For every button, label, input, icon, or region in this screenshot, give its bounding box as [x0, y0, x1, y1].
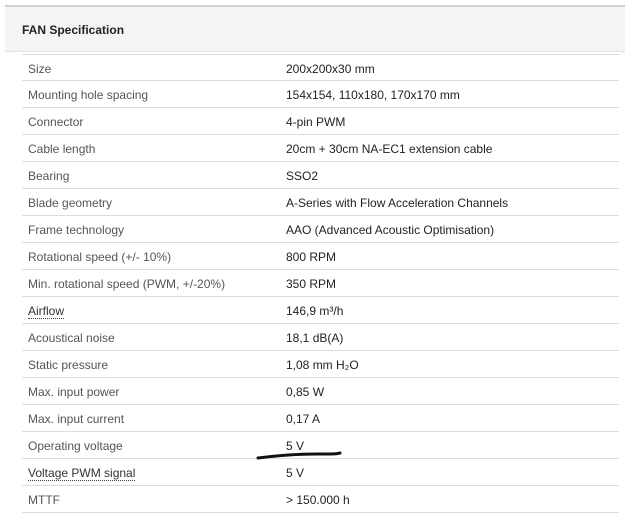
spec-table: Size 200x200x30 mm Mounting hole spacing… [22, 54, 619, 513]
spec-label: Rotational speed (+/- 10%) [28, 250, 172, 264]
spec-value: 200x200x30 mm [286, 62, 375, 76]
spec-value: A-Series with Flow Acceleration Channels [286, 196, 509, 210]
spec-row-max-input-power: Max. input power 0,85 W [22, 378, 619, 405]
spec-label: Blade geometry [28, 196, 113, 210]
spec-row-voltage-pwm-signal: Voltage PWM signal 5 V [22, 459, 619, 486]
spec-value: 18,1 dB(A) [286, 331, 344, 345]
spec-value: 1,08 mm H₂O [286, 358, 359, 372]
spec-label: Min. rotational speed (PWM, +/-20%) [28, 277, 226, 291]
fan-specification-panel: FAN Specification Size 200x200x30 mm Mou… [0, 0, 625, 520]
spec-value: 146,9 m³/h [286, 304, 344, 318]
panel-title: FAN Specification [22, 23, 125, 37]
spec-label: Frame technology [28, 223, 125, 237]
spec-label: Static pressure [28, 358, 109, 372]
spec-row-cable-length: Cable length 20cm + 30cm NA-EC1 extensio… [22, 135, 619, 162]
spec-value: 800 RPM [286, 250, 337, 264]
spec-value: 154x154, 110x180, 170x170 mm [286, 88, 460, 102]
spec-row-static-pressure: Static pressure 1,08 mm H₂O [22, 351, 619, 378]
spec-label: Acoustical noise [28, 331, 115, 345]
spec-value: 350 RPM [286, 277, 337, 291]
hand-drawn-underline-annotation [256, 451, 342, 460]
spec-row-mounting-hole-spacing: Mounting hole spacing 154x154, 110x180, … [22, 81, 619, 108]
spec-value: SSO2 [286, 169, 319, 183]
airflow-tooltip-term[interactable]: Airflow [28, 304, 65, 319]
spec-value: > 150.000 h [286, 493, 350, 507]
spec-label: Size [28, 62, 52, 76]
spec-label: Bearing [28, 169, 70, 183]
spec-label: Max. input current [28, 412, 125, 426]
spec-value: 20cm + 30cm NA-EC1 extension cable [286, 142, 493, 156]
panel-header: FAN Specification [5, 7, 625, 52]
spec-row-acoustical-noise: Acoustical noise 18,1 dB(A) [22, 324, 619, 351]
spec-label: Connector [28, 115, 84, 129]
spec-label: Cable length [28, 142, 96, 156]
spec-row-blade-geometry: Blade geometry A-Series with Flow Accele… [22, 189, 619, 216]
spec-value: AAO (Advanced Acoustic Optimisation) [286, 223, 495, 237]
spec-row-min-rotational-speed: Min. rotational speed (PWM, +/-20%) 350 … [22, 270, 619, 297]
spec-row-max-input-current: Max. input current 0,17 A [22, 405, 619, 432]
spec-label: MTTF [28, 493, 60, 507]
spec-value: 4-pin PWM [286, 115, 346, 129]
spec-label: Mounting hole spacing [28, 88, 149, 102]
spec-value: 0,85 W [286, 385, 325, 399]
spec-row-frame-technology: Frame technology AAO (Advanced Acoustic … [22, 216, 619, 243]
voltage-pwm-signal-tooltip-term[interactable]: Voltage PWM signal [28, 466, 136, 481]
spec-row-connector: Connector 4-pin PWM [22, 108, 619, 135]
spec-label: Operating voltage [28, 439, 123, 453]
spec-label: Max. input power [28, 385, 120, 399]
spec-value: 5 V [286, 466, 305, 480]
spec-value: 0,17 A [286, 412, 321, 426]
spec-row-rotational-speed: Rotational speed (+/- 10%) 800 RPM [22, 243, 619, 270]
spec-row-airflow: Airflow 146,9 m³/h [22, 297, 619, 324]
spec-row-size: Size 200x200x30 mm [22, 54, 619, 81]
spec-row-mttf: MTTF > 150.000 h [22, 486, 619, 513]
spec-row-bearing: Bearing SSO2 [22, 162, 619, 189]
